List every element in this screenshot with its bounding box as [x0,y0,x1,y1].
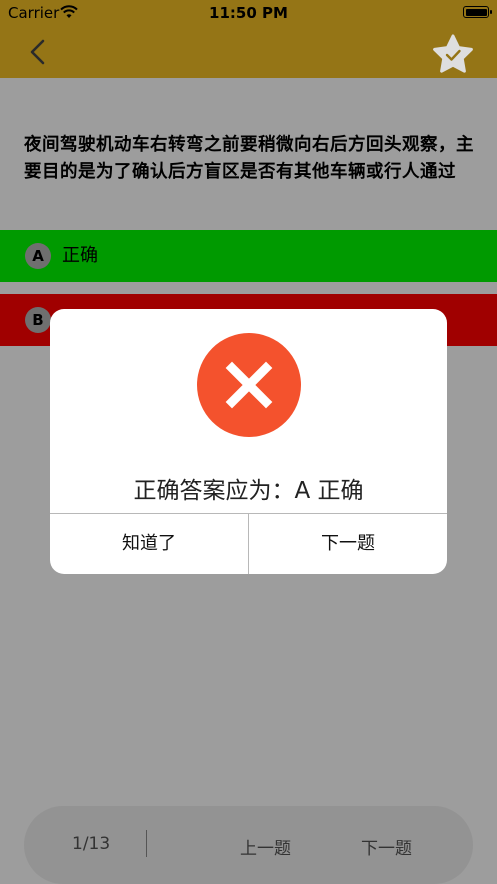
option-label: 正确 [62,245,98,266]
option-letter-badge: B [25,307,51,333]
star-check-icon[interactable] [432,34,474,74]
page-indicator: 1/13 [72,834,111,854]
bottom-bar: 1/13 上一题 下一题 [24,806,473,884]
next-question-button[interactable]: 下一题 [249,514,447,574]
bottom-divider [146,830,147,857]
previous-question-button[interactable]: 上一题 [240,834,291,859]
got-it-button[interactable]: 知道了 [50,514,248,574]
error-x-icon [197,333,301,437]
correct-answer-message: 正确答案应为：A 正确 [133,478,364,504]
answer-alert-dialog: 正确答案应为：A 正确 知道了 下一题 [50,309,447,574]
battery-icon [463,6,492,18]
status-time: 11:50 PM [209,4,288,22]
chevron-left-icon[interactable] [24,37,52,67]
option-letter-badge: A [25,243,51,269]
nav-bar [0,26,497,78]
option-a[interactable]: A 正确 [0,230,497,282]
status-bar: Carrier 11:50 PM [0,0,497,26]
question-text: 夜间驾驶机动车右转弯之前要稍微向右后方回头观察，主要目的是为了确认后方盲区是否有… [24,135,474,182]
next-question-bottom-button[interactable]: 下一题 [361,834,412,859]
